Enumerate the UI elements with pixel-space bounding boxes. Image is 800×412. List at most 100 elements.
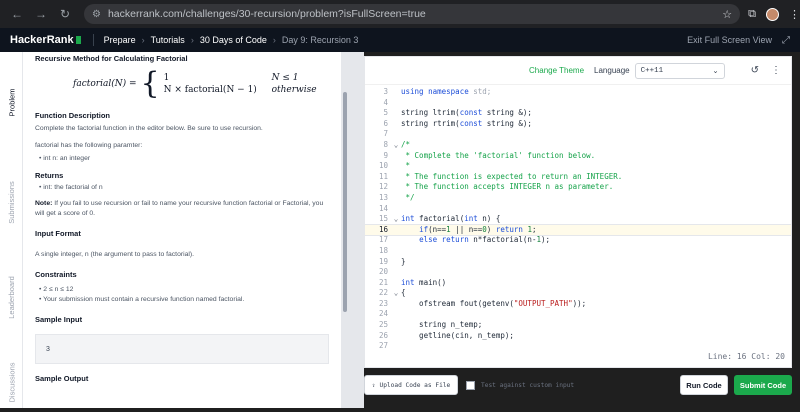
formula-brace: { [140, 66, 160, 101]
language-label: Language [594, 66, 630, 75]
tab-leaderboard-label: Leaderboard [7, 275, 17, 319]
address-bar[interactable]: ⚙ hackerrank.com/challenges/30-recursion… [84, 4, 741, 24]
custom-input-label[interactable]: Test against custom input [481, 382, 574, 389]
code-line: 4 [383, 97, 388, 107]
tab-leaderboard[interactable]: Leaderboard [0, 252, 23, 342]
tab-problem[interactable]: Problem [0, 72, 23, 132]
hackerrank-header: HackerRank Prepare › Tutorials › 30 Days… [0, 28, 800, 52]
case1-value: 1 [163, 73, 170, 83]
header-divider [92, 34, 94, 46]
code-line: 3 using namespace std; [383, 87, 492, 96]
case2-condition: otherwise [271, 85, 317, 95]
tab-discussions[interactable]: Discussions [0, 352, 23, 412]
custom-input-checkbox[interactable] [466, 380, 475, 390]
panel-divider[interactable] [349, 52, 364, 408]
logo-square-icon [75, 36, 81, 44]
code-line: 9 * Complete the 'factorial' function be… [383, 150, 596, 160]
back-icon[interactable]: ← [10, 7, 24, 21]
breadcrumb-tutorials[interactable]: Tutorials [151, 35, 185, 45]
code-line: 6 string rtrim(const string &); [383, 118, 532, 128]
constraint-recursion: Your submission must contain a recursive… [39, 295, 329, 305]
reload-icon[interactable]: ↻ [58, 7, 72, 21]
breadcrumb-separator: › [272, 35, 276, 45]
code-editor-panel: Change Theme Language C++11 ⌄ ↺ ⋮ 3 using … [364, 56, 792, 368]
history-icon[interactable]: ↺ [751, 65, 759, 76]
formula-heading: Recursive Method for Calculating Factori… [35, 54, 188, 63]
run-code-button[interactable]: Run Code [680, 375, 728, 395]
formula-cases: 1 N ≤ 1 N × factorial(N − 1) otherwise [164, 72, 317, 96]
settings-kebab-icon[interactable]: ⋮ [771, 65, 781, 76]
code-line: 17 else return n*factorial(n-1); [378, 235, 551, 245]
formula-lhs: factorial(N) = [73, 79, 137, 89]
forward-icon[interactable]: → [34, 7, 48, 21]
sample-input-heading: Sample Input [35, 315, 83, 324]
language-select[interactable]: C++11 ⌄ [634, 62, 725, 79]
code-line: 23 ofstream fout(getenv("OUTPUT_PATH")); [378, 298, 587, 308]
sample-input-box: 3 [35, 334, 329, 364]
note-label: Note: [35, 200, 53, 207]
code-line: 8 ⌄/* [383, 139, 411, 151]
breadcrumb-current: Day 9: Recursion 3 [281, 35, 359, 45]
extensions-icon[interactable]: ⧉ [748, 8, 756, 21]
code-area[interactable]: 3 using namespace std; 4 5 string ltrim(co… [365, 87, 791, 349]
change-theme-link[interactable]: Change Theme [529, 66, 584, 75]
code-line: 26 getline(cin, n_temp); [378, 330, 514, 340]
upload-code-button[interactable]: ⇪ Upload Code as File [364, 375, 458, 395]
url-text: hackerrank.com/challenges/30-recursion/p… [107, 8, 426, 20]
editor-toolbar: Change Theme Language C++11 ⌄ ↺ ⋮ [365, 57, 791, 85]
param-n: int n: an integer [39, 154, 329, 164]
params-intro: factorial has the following paramter: [35, 142, 143, 149]
code-line: 14 [378, 203, 388, 213]
code-line: 12 * The function accepts INTEGER n as p… [378, 182, 614, 192]
code-line: 25 string n_temp; [378, 320, 483, 330]
fold-icon[interactable]: ⌄ [391, 140, 401, 151]
code-line: 18 [378, 245, 388, 255]
breadcrumb-separator: › [190, 35, 194, 45]
breadcrumb-30-days[interactable]: 30 Days of Code [200, 35, 267, 45]
problem-scrollbar[interactable] [341, 52, 349, 408]
code-line: 27 [378, 341, 388, 349]
profile-avatar[interactable] [766, 7, 779, 21]
menu-kebab-icon[interactable]: ⋮ [789, 8, 800, 21]
site-info-icon[interactable]: ⚙ [92, 9, 101, 20]
function-description-heading: Function Description [35, 111, 110, 120]
submit-code-button[interactable]: Submit Code [734, 375, 792, 395]
tab-submissions[interactable]: Submissions [0, 162, 23, 242]
problem-statement: Recursive Method for Calculating Factori… [23, 52, 341, 408]
hackerrank-logo[interactable]: HackerRank [10, 34, 81, 46]
chevron-down-icon: ⌄ [712, 67, 719, 76]
exit-fullscreen-link[interactable]: Exit Full Screen View [687, 35, 772, 45]
code-line: 21 int main() [378, 277, 447, 287]
returns-item: int: the factorial of n [39, 183, 329, 193]
fold-icon[interactable]: ⌄ [391, 214, 401, 225]
bookmark-star-icon[interactable]: ☆ [722, 8, 732, 21]
breadcrumb-separator: › [141, 35, 145, 45]
code-line: 7 [383, 129, 388, 139]
constraints-heading: Constraints [35, 270, 77, 279]
case2-value: N × factorial(N − 1) [163, 85, 257, 95]
sample-output-heading: Sample Output [35, 374, 89, 383]
code-line: 5 string ltrim(const string &); [383, 108, 532, 118]
browser-toolbar: ← → ↻ ⚙ hackerrank.com/challenges/30-rec… [0, 0, 800, 28]
code-line: 10 * [378, 161, 411, 171]
function-description-text: Complete the factorial function in the e… [35, 125, 263, 132]
language-value: C++11 [640, 66, 664, 75]
constraint-range: 2 ≤ n ≤ 12 [39, 285, 329, 295]
code-line: 15 ⌄ int factorial(int n) { [378, 214, 501, 225]
code-line-active: 16 if(n==1 || n==0) return 1; [365, 223, 791, 237]
input-format-heading: Input Format [35, 229, 81, 238]
code-line: 22 ⌄{ [378, 288, 406, 299]
scrollbar-thumb[interactable] [343, 92, 347, 312]
tab-problem-label: Problem [7, 88, 16, 116]
breadcrumb-prepare[interactable]: Prepare [104, 35, 136, 45]
upload-label: Upload Code as File [379, 381, 451, 389]
collapse-icon[interactable]: ⤢ [782, 35, 790, 46]
logo-text: HackerRank [10, 34, 74, 46]
code-line: 11 * The function is expected to return … [378, 171, 623, 181]
fold-icon[interactable]: ⌄ [391, 288, 401, 299]
upload-icon: ⇪ [371, 381, 376, 389]
tab-submissions-label: Submissions [7, 180, 16, 224]
input-format-text: A single integer, n (the argument to pas… [35, 251, 195, 258]
factorial-formula: factorial(N) = { 1 N ≤ 1 N × factorial(N … [73, 69, 329, 99]
note-text: If you fail to use recursion or fail to … [35, 200, 324, 217]
